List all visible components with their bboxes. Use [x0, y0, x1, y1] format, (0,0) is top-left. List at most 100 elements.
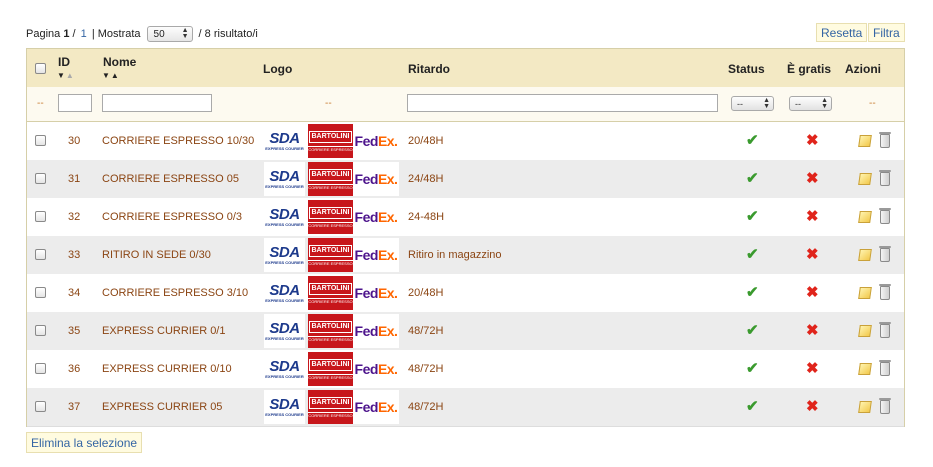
row-checkbox[interactable]	[35, 325, 46, 336]
filter-status-select[interactable]: -- ▲ ▼	[731, 96, 774, 111]
cross-icon[interactable]: ✖	[806, 171, 819, 186]
check-icon[interactable]: ✔	[746, 247, 759, 262]
carrier-logo-image[interactable]: SDA EXPRESS COURIER BARTOLINI CORRIERE E…	[264, 352, 399, 386]
row-name[interactable]: CORRIERE ESPRESSO 0/3	[102, 198, 242, 236]
select-arrows-icon: ▲ ▼	[821, 96, 828, 110]
cross-icon[interactable]: ✖	[806, 209, 819, 224]
row-name[interactable]: CORRIERE ESPRESSO 05	[102, 160, 239, 198]
row-checkbox[interactable]	[35, 287, 46, 298]
trash-icon[interactable]	[879, 246, 891, 262]
cross-icon[interactable]: ✖	[806, 323, 819, 338]
filter-free-select[interactable]: -- ▲ ▼	[789, 96, 832, 111]
cross-icon[interactable]: ✖	[806, 285, 819, 300]
cross-icon[interactable]: ✖	[806, 399, 819, 414]
row-id[interactable]: 34	[68, 274, 80, 312]
pencil-icon[interactable]	[858, 363, 872, 375]
trash-icon[interactable]	[879, 132, 891, 148]
row-delay[interactable]: 48/72H	[408, 350, 443, 388]
row-delay[interactable]: Ritiro in magazzino	[408, 236, 502, 274]
pencil-icon[interactable]	[858, 211, 872, 223]
current-page: 1	[63, 28, 70, 40]
check-icon[interactable]: ✔	[746, 399, 759, 414]
row-name[interactable]: CORRIERE ESPRESSO 10/30	[102, 122, 254, 160]
table-row[interactable]: 36 EXPRESS CURRIER 0/10 SDA EXPRESS COUR…	[27, 350, 904, 389]
carrier-logo-image[interactable]: SDA EXPRESS COURIER BARTOLINI CORRIERE E…	[264, 124, 399, 158]
row-id[interactable]: 37	[68, 388, 80, 426]
check-icon[interactable]: ✔	[746, 171, 759, 186]
pencil-icon[interactable]	[858, 287, 872, 299]
check-icon[interactable]: ✔	[746, 209, 759, 224]
check-icon[interactable]: ✔	[746, 361, 759, 376]
row-delay[interactable]: 48/72H	[408, 312, 443, 350]
pencil-icon[interactable]	[858, 135, 872, 147]
row-checkbox[interactable]	[35, 135, 46, 146]
carrier-logo-image[interactable]: SDA EXPRESS COURIER BARTOLINI CORRIERE E…	[264, 200, 399, 234]
row-id[interactable]: 35	[68, 312, 80, 350]
fedex-logo-fe: Fed	[354, 209, 379, 225]
per-page-select[interactable]: 50 ▲ ▼	[146, 26, 193, 42]
pencil-icon[interactable]	[858, 173, 872, 185]
pencil-icon[interactable]	[858, 325, 872, 337]
fedex-logo-fe: Fed	[354, 399, 379, 415]
row-delay[interactable]: 24/48H	[408, 160, 443, 198]
filter-id-input[interactable]	[58, 94, 92, 112]
sort-name-icon[interactable]: ▼▲	[102, 71, 120, 80]
sort-id-icon[interactable]: ▼▲	[57, 71, 75, 80]
sda-logo-subtext: EXPRESS COURIER	[265, 145, 304, 151]
row-id[interactable]: 32	[68, 198, 80, 236]
trash-icon[interactable]	[879, 208, 891, 224]
bulk-delete-button[interactable]: Elimina la selezione	[26, 432, 143, 453]
table-row[interactable]: 35 EXPRESS CURRIER 0/1 SDA EXPRESS COURI…	[27, 312, 904, 351]
check-icon[interactable]: ✔	[746, 323, 759, 338]
carrier-logo-image[interactable]: SDA EXPRESS COURIER BARTOLINI CORRIERE E…	[264, 162, 399, 196]
cross-icon[interactable]: ✖	[806, 133, 819, 148]
check-icon[interactable]: ✔	[746, 285, 759, 300]
row-checkbox[interactable]	[35, 211, 46, 222]
table-row[interactable]: 30 CORRIERE ESPRESSO 10/30 SDA EXPRESS C…	[27, 122, 904, 161]
sda-logo: SDA EXPRESS COURIER	[264, 162, 305, 196]
total-pages-link[interactable]: 1	[81, 28, 87, 40]
row-delay[interactable]: 48/72H	[408, 388, 443, 426]
carrier-logo-image[interactable]: SDA EXPRESS COURIER BARTOLINI CORRIERE E…	[264, 276, 399, 310]
filter-name-input[interactable]	[102, 94, 212, 112]
row-id[interactable]: 30	[68, 122, 80, 160]
trash-icon[interactable]	[879, 170, 891, 186]
table-row[interactable]: 37 EXPRESS CURRIER 05 SDA EXPRESS COURIE…	[27, 388, 904, 427]
filter-button[interactable]: Filtra	[868, 23, 905, 42]
carrier-logo-image[interactable]: SDA EXPRESS COURIER BARTOLINI CORRIERE E…	[264, 238, 399, 272]
table-row[interactable]: 34 CORRIERE ESPRESSO 3/10 SDA EXPRESS CO…	[27, 274, 904, 313]
cross-icon[interactable]: ✖	[806, 247, 819, 262]
row-id[interactable]: 31	[68, 160, 80, 198]
row-checkbox[interactable]	[35, 173, 46, 184]
row-delay[interactable]: 24-48H	[408, 198, 444, 236]
trash-icon[interactable]	[879, 284, 891, 300]
row-name[interactable]: EXPRESS CURRIER 0/1	[102, 312, 225, 350]
row-name[interactable]: CORRIERE ESPRESSO 3/10	[102, 274, 248, 312]
check-icon[interactable]: ✔	[746, 133, 759, 148]
row-id[interactable]: 36	[68, 350, 80, 388]
fedex-logo: Fed Ex.	[353, 276, 399, 310]
table-row[interactable]: 32 CORRIERE ESPRESSO 0/3 SDA EXPRESS COU…	[27, 198, 904, 237]
row-name[interactable]: RITIRO IN SEDE 0/30	[102, 236, 211, 274]
table-row[interactable]: 33 RITIRO IN SEDE 0/30 SDA EXPRESS COURI…	[27, 236, 904, 275]
select-all-checkbox[interactable]	[35, 63, 46, 74]
row-checkbox[interactable]	[35, 363, 46, 374]
table-row[interactable]: 31 CORRIERE ESPRESSO 05 SDA EXPRESS COUR…	[27, 160, 904, 199]
trash-icon[interactable]	[879, 322, 891, 338]
pencil-icon[interactable]	[858, 401, 872, 413]
filter-delay-input[interactable]	[407, 94, 718, 112]
pencil-icon[interactable]	[858, 249, 872, 261]
row-delay[interactable]: 20/48H	[408, 274, 443, 312]
row-checkbox[interactable]	[35, 249, 46, 260]
carrier-logo-image[interactable]: SDA EXPRESS COURIER BARTOLINI CORRIERE E…	[264, 390, 399, 424]
trash-icon[interactable]	[879, 360, 891, 376]
trash-icon[interactable]	[879, 398, 891, 414]
row-id[interactable]: 33	[68, 236, 80, 274]
row-checkbox[interactable]	[35, 401, 46, 412]
row-name[interactable]: EXPRESS CURRIER 05	[102, 388, 222, 426]
row-name[interactable]: EXPRESS CURRIER 0/10	[102, 350, 232, 388]
cross-icon[interactable]: ✖	[806, 361, 819, 376]
row-delay[interactable]: 20/48H	[408, 122, 443, 160]
carrier-logo-image[interactable]: SDA EXPRESS COURIER BARTOLINI CORRIERE E…	[264, 314, 399, 348]
reset-button[interactable]: Resetta	[816, 23, 868, 42]
